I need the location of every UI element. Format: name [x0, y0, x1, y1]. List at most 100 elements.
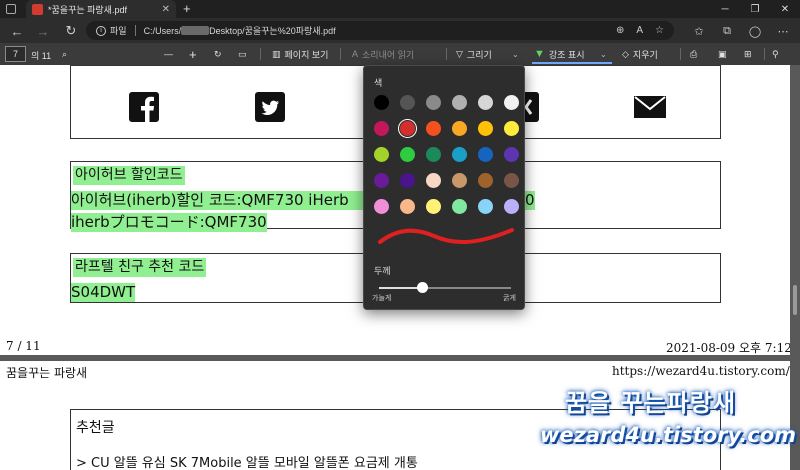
scrollbar-thumb[interactable]	[793, 285, 797, 315]
color-swatch[interactable]	[504, 95, 519, 110]
email-icon[interactable]	[633, 92, 667, 122]
tab-active[interactable]: *꿈을꾸는 파랑새.pdf ✕	[26, 0, 176, 18]
address-toolbar: ← → ↻ i 파일 C:/Users/ Desktop/꿈을꾸는%20파랑새.…	[0, 18, 800, 43]
section1-line1-tail: 0	[525, 191, 535, 210]
color-swatch[interactable]	[478, 199, 493, 214]
zoom-icon[interactable]: ⊕	[616, 25, 624, 36]
address-bar[interactable]: i 파일 C:/Users/ Desktop/꿈을꾸는%20파랑새.pdf ⊕ …	[86, 21, 674, 40]
color-swatch[interactable]	[504, 173, 519, 188]
maximize-button[interactable]: ❐	[740, 0, 770, 18]
color-swatch[interactable]	[374, 199, 389, 214]
color-swatch[interactable]	[452, 121, 467, 136]
print-icon[interactable]: ⎙	[690, 46, 697, 62]
draw-options-chevron-icon[interactable]: ⌄	[512, 46, 519, 62]
facebook-icon[interactable]	[129, 92, 159, 122]
back-icon[interactable]: ←	[8, 22, 26, 40]
color-swatch[interactable]	[452, 147, 467, 162]
color-swatch[interactable]	[400, 121, 415, 136]
favorites-icon[interactable]: ✩	[690, 22, 708, 40]
color-swatch[interactable]	[478, 173, 493, 188]
zoom-out-button[interactable]: —	[164, 46, 173, 62]
thin-label: 가늘게	[372, 295, 392, 302]
read-mode-icon[interactable]: A	[636, 25, 643, 36]
tab-close-icon[interactable]: ✕	[162, 4, 170, 15]
watermark-url: wezard4u.tistory.com	[540, 423, 797, 447]
page-header-right: https://wezard4u.tistory.com/	[612, 364, 790, 378]
color-swatch[interactable]	[452, 173, 467, 188]
tab-actions-icon[interactable]	[6, 4, 16, 14]
new-tab-button[interactable]: +	[183, 1, 191, 16]
read-aloud-icon: A	[352, 49, 359, 59]
section1-line1: 아이허브(iherb)할인 코드:QMF730 iHerb	[71, 191, 366, 210]
rotate-icon[interactable]: ↻	[214, 46, 222, 62]
highlight-color-flyout: 색 두께 가늘게 굵게	[363, 65, 525, 310]
color-swatch[interactable]	[374, 95, 389, 110]
eraser-icon: ◇	[622, 48, 629, 59]
color-swatch[interactable]	[400, 147, 415, 162]
thick-label: 굵게	[503, 295, 516, 302]
favorite-star-icon[interactable]: ☆	[655, 25, 664, 36]
color-label: 색	[374, 78, 383, 88]
color-swatch[interactable]	[400, 173, 415, 188]
page-header-left: 꿈을꾸는 파랑새	[6, 366, 88, 380]
thickness-label: 두께	[374, 266, 391, 276]
minimize-button[interactable]: ─	[710, 0, 740, 18]
page-footer-number: 7 / 11	[6, 339, 41, 353]
profile-icon[interactable]: ◯	[746, 22, 764, 40]
twitter-icon[interactable]	[255, 92, 285, 122]
forward-icon[interactable]: →	[34, 22, 52, 40]
pdf-file-icon	[32, 3, 43, 15]
color-swatch[interactable]	[400, 95, 415, 110]
more-options-icon[interactable]: ⋯	[774, 22, 792, 40]
refresh-icon[interactable]: ↻	[62, 22, 80, 40]
pin-icon[interactable]: ⚲	[772, 46, 779, 62]
highlight-button[interactable]: ▼ 강조 표시	[534, 46, 585, 62]
color-swatch[interactable]	[452, 199, 467, 214]
erase-button[interactable]: ◇ 지우기	[622, 46, 658, 62]
collections-icon[interactable]: ⧉	[718, 22, 736, 40]
color-swatch[interactable]	[400, 199, 415, 214]
tab-title: *꿈을꾸는 파랑새.pdf	[48, 4, 127, 15]
zoom-in-button[interactable]: +	[189, 46, 197, 62]
recommend-item[interactable]: > CU 알뜰 유심 SK 7Mobile 알뜰 모바일 알뜰폰 요금제 개통	[76, 452, 418, 470]
color-swatch[interactable]	[426, 95, 441, 110]
color-swatch[interactable]	[426, 199, 441, 214]
color-swatch[interactable]	[504, 121, 519, 136]
address-label: 파일	[110, 26, 127, 36]
fit-page-icon[interactable]: ▭	[238, 46, 247, 62]
color-swatch[interactable]	[426, 121, 441, 136]
color-swatch[interactable]	[478, 147, 493, 162]
scrollbar[interactable]	[790, 65, 800, 470]
section2-title: 라프텔 친구 추천 코드	[73, 258, 207, 277]
color-swatch[interactable]	[452, 95, 467, 110]
color-swatch[interactable]	[374, 121, 389, 136]
page-total: 의 11	[31, 51, 52, 61]
draw-button[interactable]: ▽ 그리기	[456, 46, 492, 62]
page-view-button[interactable]: ▥ 페이지 보기	[272, 46, 328, 62]
read-aloud-button[interactable]: A 소리내어 읽기	[352, 46, 414, 62]
close-window-button[interactable]: ✕	[770, 0, 800, 18]
info-icon[interactable]: i	[96, 25, 106, 36]
color-swatch[interactable]	[504, 199, 519, 214]
page-view-icon: ▥	[272, 48, 281, 59]
page-number-input[interactable]: 7	[5, 46, 26, 62]
stroke-preview	[378, 228, 514, 244]
save-as-icon[interactable]: ⊞	[744, 46, 752, 62]
thickness-slider-thumb[interactable]	[417, 282, 429, 293]
highlight-options-chevron-icon[interactable]: ⌄	[600, 46, 607, 62]
redacted-username	[181, 26, 210, 35]
color-swatch[interactable]	[504, 147, 519, 162]
highlighter-icon: ▼	[534, 48, 545, 60]
color-swatch[interactable]	[374, 173, 389, 188]
color-swatch[interactable]	[374, 147, 389, 162]
highlight-active-indicator	[532, 62, 612, 64]
draw-icon: ▽	[456, 48, 463, 59]
thickness-slider[interactable]	[379, 282, 511, 293]
color-swatch[interactable]	[478, 121, 493, 136]
color-swatch[interactable]	[478, 95, 493, 110]
color-swatch[interactable]	[426, 173, 441, 188]
save-icon[interactable]: ▣	[718, 46, 727, 62]
section2-code: S04DWT	[71, 283, 136, 302]
color-swatch[interactable]	[426, 147, 441, 162]
search-icon[interactable]: ⌕	[62, 46, 67, 62]
